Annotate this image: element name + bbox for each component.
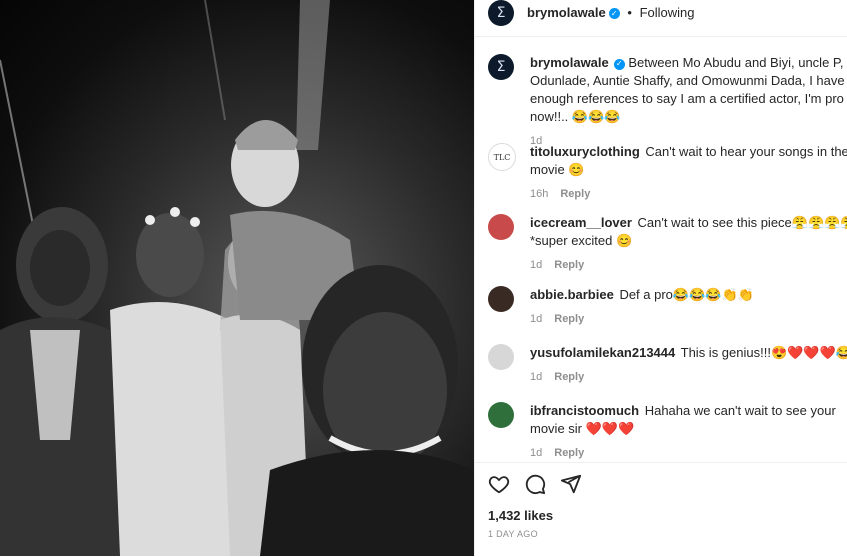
- share-icon[interactable]: [560, 473, 582, 495]
- following-button[interactable]: Following: [640, 5, 695, 20]
- header-name-block: brymolawale ✓ • Following: [527, 5, 695, 20]
- comment-age: 16h: [530, 188, 549, 200]
- verified-badge-icon: ✓: [608, 8, 620, 19]
- comment-text-block: ibfrancistoomuch Hahaha we can't wait to…: [530, 402, 847, 438]
- photo-illustration: [0, 0, 474, 556]
- comment-meta: 1d Reply: [530, 371, 847, 383]
- heart-icon[interactable]: [488, 473, 510, 495]
- comment-text-block: titoluxuryclothing Can't wait to hear yo…: [530, 143, 847, 179]
- commenter-username[interactable]: icecream__lover: [530, 215, 632, 230]
- comment-text-block: yusufolamilekan213444 This is genius!!!😍…: [530, 344, 847, 362]
- sigma-logo-icon: Σ: [496, 59, 506, 75]
- sigma-logo-icon: Σ: [496, 5, 506, 21]
- commenter-username[interactable]: abbie.barbiee: [530, 287, 614, 302]
- comment-text-block: icecream__lover Can't wait to see this p…: [530, 214, 847, 250]
- comment-age: 1d: [530, 313, 543, 325]
- author-username[interactable]: brymolawale: [527, 5, 606, 20]
- comment-text: Def a pro😂😂😂👏👏: [619, 287, 754, 302]
- commenter-avatar[interactable]: [488, 214, 514, 240]
- comment-text: This is genius!!!😍❤️❤️❤️😂: [680, 345, 847, 360]
- comment-body: icecream__lover Can't wait to see this p…: [530, 214, 847, 271]
- comment-meta: 1d Reply: [530, 313, 847, 325]
- caption-text-block: brymolawale ✓ Between Mo Abudu and Biyi, …: [530, 54, 847, 126]
- reply-button[interactable]: Reply: [560, 188, 590, 200]
- reply-button[interactable]: Reply: [554, 259, 584, 271]
- comment-body: yusufolamilekan213444 This is genius!!!😍…: [530, 344, 847, 383]
- commenter-username[interactable]: ibfrancistoomuch: [530, 403, 639, 418]
- comment-meta: 1d Reply: [530, 447, 847, 459]
- avatar-logo-text: TLC: [493, 152, 511, 162]
- comment-body: ibfrancistoomuch Hahaha we can't wait to…: [530, 402, 847, 459]
- commenter-avatar[interactable]: [488, 402, 514, 428]
- separator-dot: •: [627, 5, 632, 20]
- commenter-username[interactable]: yusufolamilekan213444: [530, 345, 675, 360]
- comment-meta: 1d Reply: [530, 259, 847, 271]
- commenter-avatar[interactable]: [488, 344, 514, 370]
- likes-count[interactable]: 1,432 likes: [488, 508, 553, 523]
- caption-body: brymolawale ✓ Between Mo Abudu and Biyi, …: [530, 54, 847, 147]
- reply-button[interactable]: Reply: [554, 313, 584, 325]
- action-icons: [488, 473, 582, 495]
- post-timestamp: 1 DAY AGO: [488, 529, 538, 539]
- comment-age: 1d: [530, 447, 543, 459]
- author-avatar[interactable]: Σ: [488, 0, 514, 26]
- commenter-avatar[interactable]: TLC: [488, 143, 516, 171]
- comment-age: 1d: [530, 371, 543, 383]
- comment-body: titoluxuryclothing Can't wait to hear yo…: [530, 143, 847, 200]
- commenter-avatar[interactable]: [488, 286, 514, 312]
- comment-age: 1d: [530, 259, 543, 271]
- comment-text-block: abbie.barbiee Def a pro😂😂😂👏👏: [530, 286, 847, 304]
- verified-badge-icon: ✓: [613, 58, 625, 70]
- reply-button[interactable]: Reply: [554, 447, 584, 459]
- comment-icon[interactable]: [524, 473, 546, 495]
- commenter-username[interactable]: titoluxuryclothing: [530, 144, 640, 159]
- post-header: Σ brymolawale ✓ • Following: [475, 0, 847, 37]
- caption-avatar[interactable]: Σ: [488, 54, 514, 80]
- comment-body: abbie.barbiee Def a pro😂😂😂👏👏 1d Reply: [530, 286, 847, 325]
- comment-meta: 16h Reply: [530, 188, 847, 200]
- post-actions: 1,432 likes 1 DAY AGO: [475, 462, 847, 557]
- reply-button[interactable]: Reply: [554, 371, 584, 383]
- post-panel: Σ brymolawale ✓ • Following Σ brymolawale…: [474, 0, 847, 556]
- caption-username[interactable]: brymolawale: [530, 55, 609, 70]
- post-photo[interactable]: [0, 0, 474, 556]
